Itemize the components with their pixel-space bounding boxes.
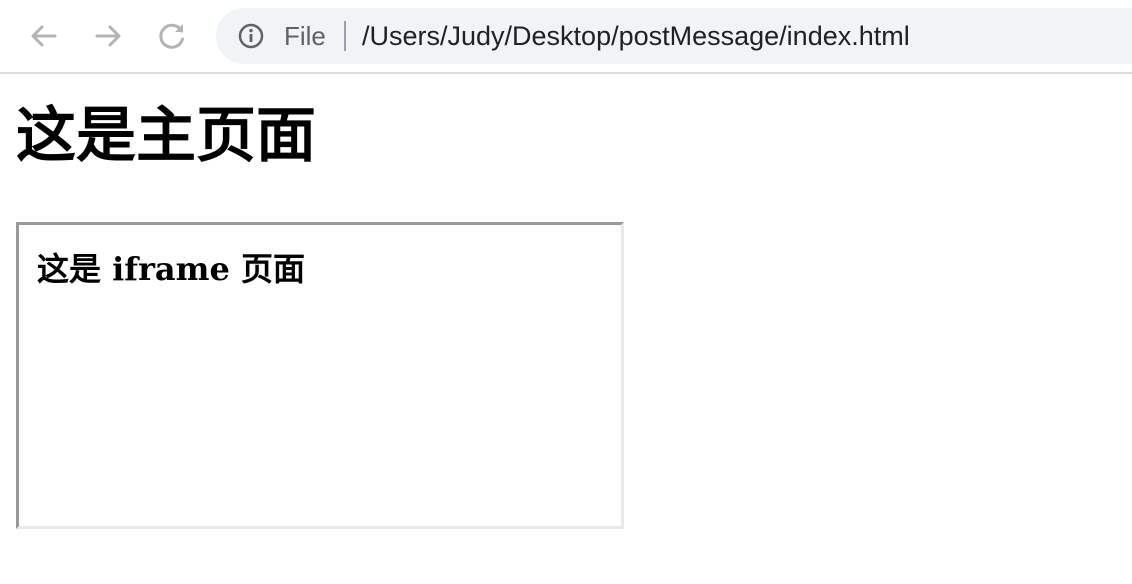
- page-content: 这是主页面 这是 iframe 页面: [0, 74, 1132, 584]
- browser-toolbar: File /Users/Judy/Desktop/postMessage/ind…: [0, 0, 1132, 74]
- reload-button[interactable]: [150, 14, 194, 58]
- iframe-frame: 这是 iframe 页面: [16, 222, 624, 529]
- info-icon[interactable]: [238, 23, 264, 49]
- arrow-right-icon: [92, 20, 124, 52]
- omnibox-divider: [344, 21, 346, 51]
- forward-button[interactable]: [86, 14, 130, 58]
- iframe-heading: 这是 iframe 页面: [37, 250, 306, 288]
- url-text[interactable]: /Users/Judy/Desktop/postMessage/index.ht…: [362, 8, 910, 64]
- arrow-left-icon: [28, 20, 60, 52]
- scheme-label[interactable]: File: [284, 8, 326, 64]
- back-button[interactable]: [22, 14, 66, 58]
- reload-icon: [156, 20, 188, 52]
- address-bar[interactable]: File /Users/Judy/Desktop/postMessage/ind…: [216, 8, 1132, 64]
- page-heading: 这是主页面: [16, 101, 316, 171]
